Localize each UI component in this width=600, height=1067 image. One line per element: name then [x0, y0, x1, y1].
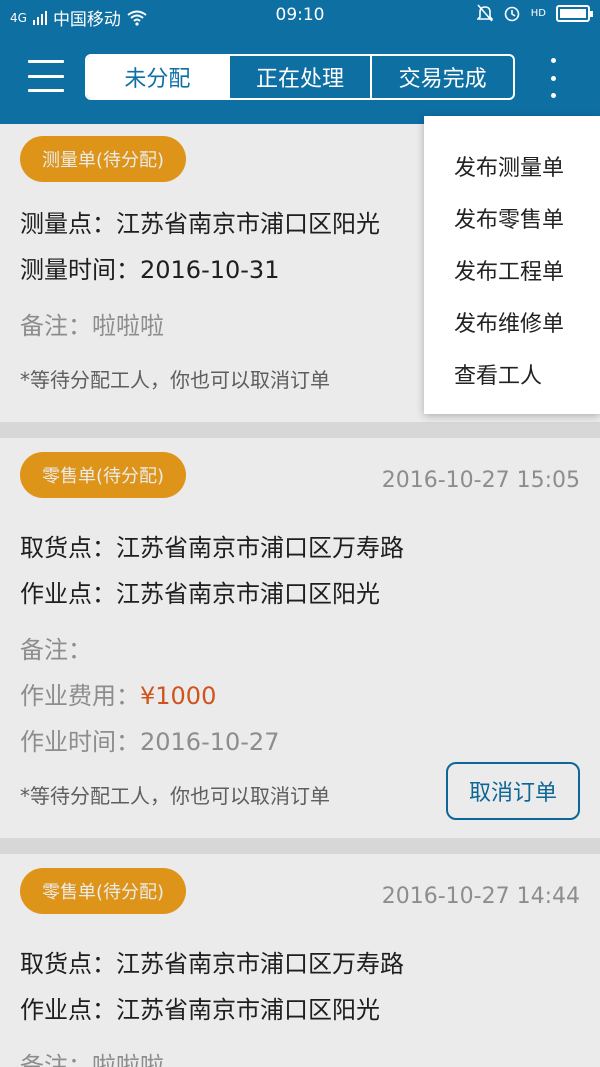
- order-date: 2016-10-27 15:05: [381, 468, 580, 493]
- tab-unassigned[interactable]: 未分配: [87, 56, 228, 98]
- pickup-point: 取货点：江苏省南京市浦口区万寿路: [20, 534, 404, 562]
- measure-point: 测量点：江苏省南京市浦口区阳光: [20, 210, 380, 238]
- mute-icon: [476, 4, 493, 22]
- order-card[interactable]: 零售单(待分配) 2016-10-27 15:05 取货点：江苏省南京市浦口区万…: [0, 438, 600, 838]
- cancel-order-button[interactable]: 取消订单: [446, 762, 580, 820]
- menu-item-publish-project[interactable]: 发布工程单: [454, 254, 564, 286]
- status-bar: 4G 中国移动 09:10 HD: [0, 0, 600, 32]
- work-point: 作业点：江苏省南京市浦口区阳光: [20, 996, 380, 1024]
- order-remark: 备注：: [20, 636, 92, 664]
- order-remark: 备注：啦啦啦: [20, 312, 164, 340]
- app-bar: 未分配 正在处理 交易完成: [0, 32, 600, 124]
- work-fee: 作业费用：¥1000: [20, 676, 216, 711]
- status-right: HD: [476, 4, 593, 22]
- call-hd-icon: HD: [530, 7, 546, 19]
- order-date: 2016-10-27 14:44: [381, 884, 580, 909]
- alarm-icon: [504, 6, 520, 22]
- status-badge: 零售单(待分配): [20, 868, 186, 914]
- work-time: 作业时间：2016-10-27: [20, 728, 280, 756]
- more-vert-icon[interactable]: [546, 58, 560, 98]
- menu-item-publish-measure[interactable]: 发布测量单: [454, 150, 564, 182]
- order-note: *等待分配工人，你也可以取消订单: [20, 784, 330, 808]
- order-note: *等待分配工人，你也可以取消订单: [20, 368, 330, 392]
- tab-completed[interactable]: 交易完成: [370, 56, 513, 98]
- tab-group: 未分配 正在处理 交易完成: [85, 54, 515, 100]
- order-card[interactable]: 零售单(待分配) 2016-10-27 14:44 取货点：江苏省南京市浦口区万…: [0, 854, 600, 1067]
- status-badge: 测量单(待分配): [20, 136, 186, 182]
- work-fee-label: 作业费用：: [20, 682, 140, 710]
- work-fee-value: ¥1000: [140, 682, 217, 710]
- status-badge: 零售单(待分配): [20, 452, 186, 498]
- order-remark: 备注：啦啦啦: [20, 1052, 164, 1067]
- tab-processing[interactable]: 正在处理: [227, 56, 371, 98]
- menu-item-view-workers[interactable]: 查看工人: [454, 358, 542, 390]
- menu-icon[interactable]: [28, 60, 64, 92]
- menu-item-publish-retail[interactable]: 发布零售单: [454, 202, 564, 234]
- work-point: 作业点：江苏省南京市浦口区阳光: [20, 580, 380, 608]
- pickup-point: 取货点：江苏省南京市浦口区万寿路: [20, 950, 404, 978]
- popup-menu: 发布测量单 发布零售单 发布工程单 发布维修单 查看工人: [424, 116, 600, 414]
- measure-time: 测量时间：2016-10-31: [20, 256, 280, 284]
- battery-icon: [556, 4, 593, 22]
- menu-item-publish-repair[interactable]: 发布维修单: [454, 306, 564, 338]
